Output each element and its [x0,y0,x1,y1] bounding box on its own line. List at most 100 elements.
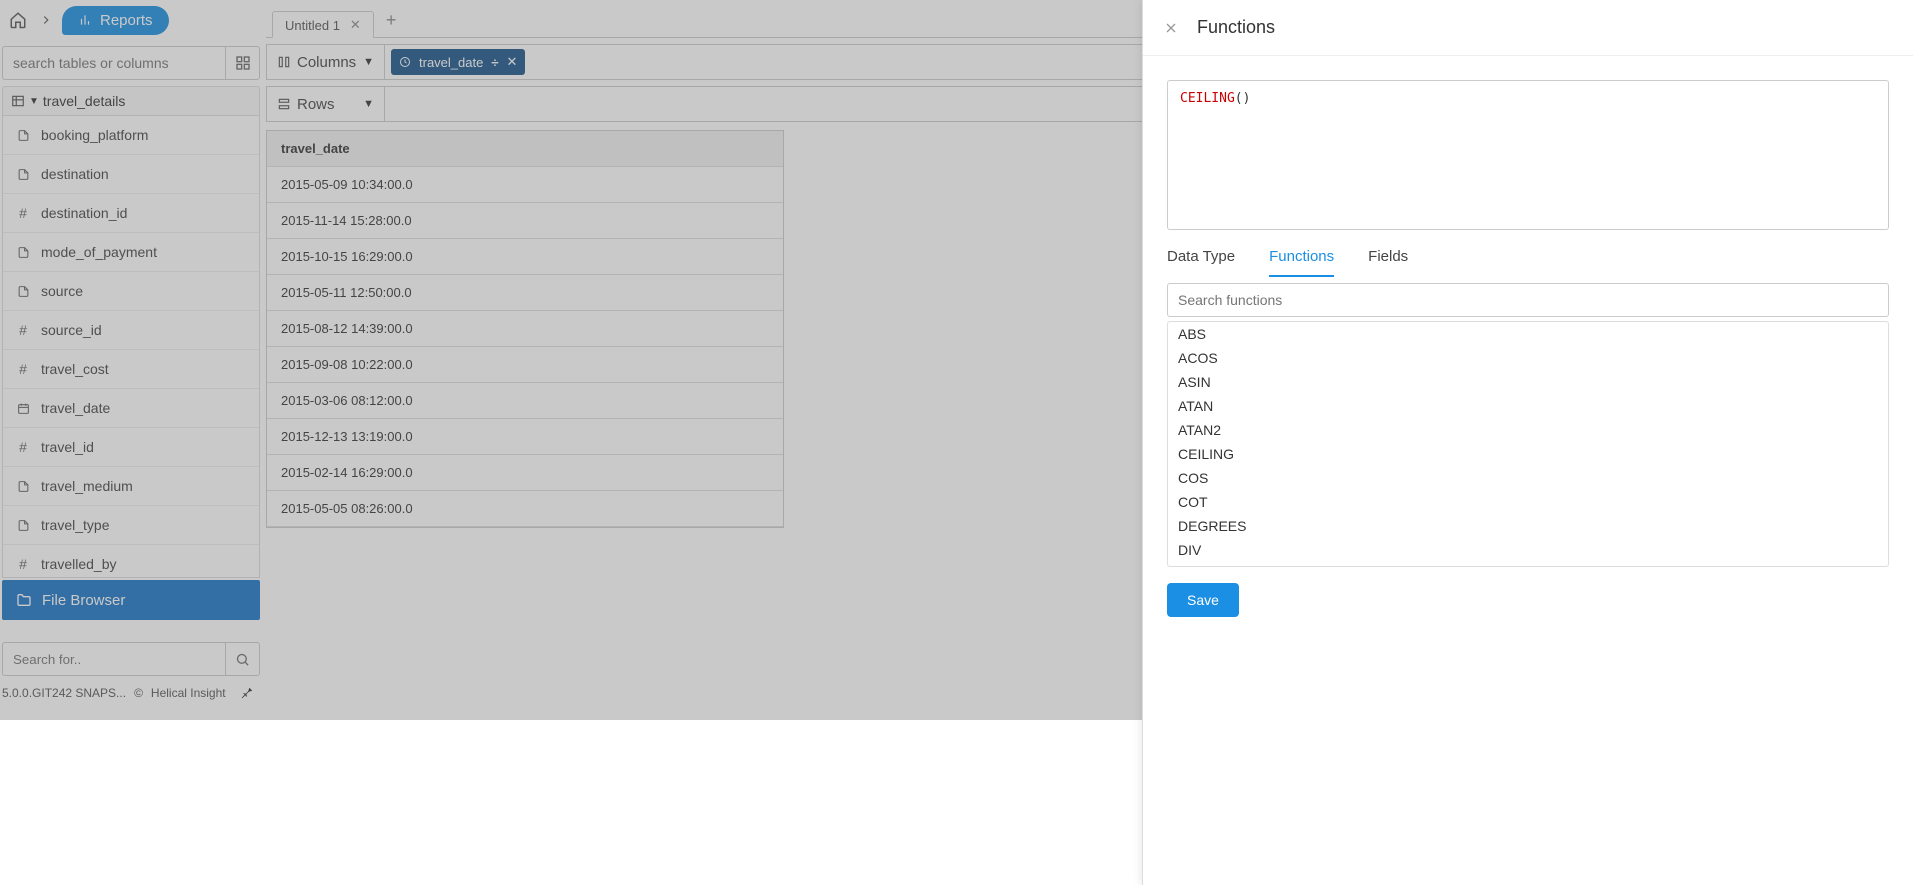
field-label: travel_medium [41,478,133,494]
field-type-icon [15,519,31,532]
close-tab-icon[interactable]: ✕ [350,17,361,33]
table-row[interactable]: 2015-08-12 14:39:00.0 [267,311,783,347]
table-column-header[interactable]: travel_date [267,131,783,167]
tab-data-type[interactable]: Data Type [1167,248,1235,277]
table-name: travel_details [43,93,126,109]
field-type-icon: # [15,205,31,221]
function-item[interactable]: ASIN [1168,370,1888,394]
table-row[interactable]: 2015-03-06 08:12:00.0 [267,383,783,419]
table-body: 2015-05-09 10:34:00.02015-11-14 15:28:00… [267,167,783,527]
columns-label-text: Columns [297,54,356,71]
field-item[interactable]: travel_type [3,506,259,545]
report-tab[interactable]: Untitled 1 ✕ [272,11,374,38]
field-item[interactable]: travel_date [3,389,259,428]
table-row[interactable]: 2015-05-05 08:26:00.0 [267,491,783,527]
function-item[interactable]: DEGREES [1168,514,1888,538]
function-item[interactable]: COS [1168,466,1888,490]
field-label: mode_of_payment [41,244,157,260]
table-row[interactable]: 2015-02-14 16:29:00.0 [267,455,783,491]
function-search-input[interactable] [1167,283,1889,317]
field-item[interactable]: # travel_id [3,428,259,467]
panel-tabs: Data Type Functions Fields [1143,230,1913,277]
field-label: source_id [41,322,102,338]
sidebar-search-input[interactable] [3,47,225,79]
function-item[interactable]: DIV [1168,538,1888,562]
table-row[interactable]: 2015-05-11 12:50:00.0 [267,275,783,311]
version-text: 5.0.0.GIT242 SNAPS... [2,686,126,700]
field-label: travel_cost [41,361,109,377]
breadcrumb-reports-label: Reports [100,12,153,29]
table-row[interactable]: 2015-09-08 10:22:00.0 [267,347,783,383]
file-browser-button[interactable]: File Browser [2,580,260,620]
rows-label-text: Rows [297,96,335,113]
field-type-icon [15,402,31,415]
tab-functions[interactable]: Functions [1269,248,1334,277]
function-item[interactable]: ATAN2 [1168,418,1888,442]
field-type-icon [15,480,31,493]
table-row[interactable]: 2015-10-15 16:29:00.0 [267,239,783,275]
field-item[interactable]: #travel_cost [3,350,259,389]
function-item[interactable]: ABS [1168,322,1888,346]
copyright-text: Helical Insight [151,686,226,700]
table-row[interactable]: 2015-12-13 13:19:00.0 [267,419,783,455]
field-label: travelled_by [41,556,117,572]
search-icon[interactable] [225,643,259,675]
columns-caret-icon[interactable]: ▼ [363,56,374,68]
pin-icon[interactable] [240,686,254,700]
field-type-icon [15,285,31,298]
function-search [1167,283,1889,317]
field-item[interactable]: travel_medium [3,467,259,506]
save-button[interactable]: Save [1167,583,1239,617]
column-chip-travel-date[interactable]: travel_date ÷ ✕ [391,49,525,75]
copyright-icon: © [134,686,143,700]
table-header[interactable]: ▼ travel_details [2,86,260,116]
tab-fields[interactable]: Fields [1368,248,1408,277]
function-item[interactable]: ACOS [1168,346,1888,370]
chevron-right-icon [32,6,60,34]
add-tab-button[interactable]: + [378,6,405,35]
chip-remove-icon[interactable]: ✕ [506,54,517,70]
functions-panel: Functions CEILING() Data Type Functions … [1142,0,1913,885]
expression-fn: CEILING [1180,91,1235,106]
field-type-icon [15,168,31,181]
file-search [2,642,260,676]
function-list[interactable]: ABSACOSASINATANATAN2CEILINGCOSCOTDEGREES… [1167,321,1889,567]
function-item[interactable]: COT [1168,490,1888,514]
close-panel-icon[interactable] [1163,20,1179,36]
columns-shelf-label: Columns ▼ [267,45,385,79]
collapse-caret-icon: ▼ [29,96,39,107]
field-type-icon: # [15,439,31,455]
field-item[interactable]: #destination_id [3,194,259,233]
field-item[interactable]: mode_of_payment [3,233,259,272]
report-tab-label: Untitled 1 [285,18,340,33]
field-label: travel_id [41,439,94,455]
field-item[interactable]: destination [3,155,259,194]
file-search-input[interactable] [3,643,225,675]
footer: 5.0.0.GIT242 SNAPS... © Helical Insight [2,686,260,700]
bar-chart-icon [78,13,92,27]
field-item[interactable]: source [3,272,259,311]
field-label: destination [41,166,109,182]
rows-shelf-label: Rows ▼ [267,87,385,121]
breadcrumb-reports[interactable]: Reports [62,6,169,35]
file-browser-label: File Browser [42,592,125,609]
field-item[interactable]: # source_id [3,311,259,350]
table-row[interactable]: 2015-11-14 15:28:00.0 [267,203,783,239]
grid-view-icon[interactable] [225,47,259,79]
function-item[interactable]: CEILING [1168,442,1888,466]
sidebar-search [2,46,260,80]
folder-icon [16,592,32,608]
rows-caret-icon[interactable]: ▼ [363,98,374,110]
field-type-icon [15,129,31,142]
field-type-icon: # [15,322,31,338]
home-icon[interactable] [4,6,32,34]
expression-editor[interactable]: CEILING() [1167,80,1889,230]
function-item[interactable]: ATAN [1168,394,1888,418]
field-label: source [41,283,83,299]
field-label: travel_date [41,400,110,416]
field-item[interactable]: #travelled_by [3,545,259,578]
function-item[interactable]: EXP [1168,562,1888,567]
field-item[interactable]: booking_platform [3,116,259,155]
chip-divide-icon[interactable]: ÷ [491,55,498,70]
table-row[interactable]: 2015-05-09 10:34:00.0 [267,167,783,203]
